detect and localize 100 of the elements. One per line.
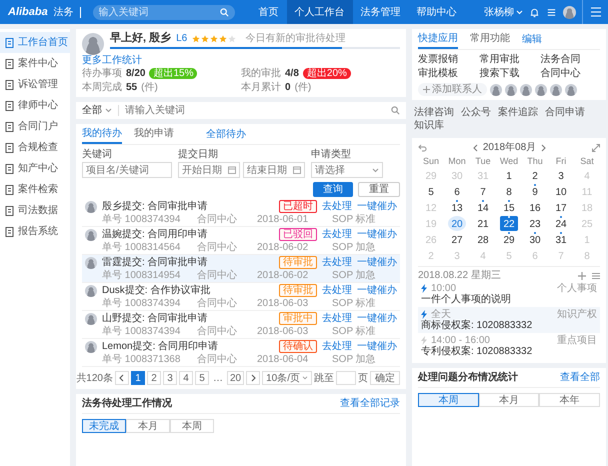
add-contact-button[interactable]: 添加联系人 — [418, 83, 487, 96]
shortcut-link[interactable]: 公众号 — [461, 107, 491, 118]
sidebar-item[interactable]: 案件中心 — [0, 53, 70, 74]
action-link[interactable]: 去处理 — [322, 257, 352, 268]
calendar-day[interactable]: 13 — [448, 200, 466, 215]
page-button[interactable]: 2 — [146, 371, 161, 385]
calendar-day[interactable]: 10 — [552, 184, 570, 199]
calendar-day[interactable]: 31 — [552, 232, 570, 247]
bell-icon[interactable] — [529, 6, 540, 18]
event-item[interactable]: 10:00 个人事项 一件个人事项的说明 — [418, 281, 600, 307]
page-button[interactable]: 4 — [178, 371, 193, 385]
calendar-day[interactable]: 5 — [422, 184, 440, 199]
tab[interactable]: 快捷应用 — [418, 33, 458, 49]
quick-link[interactable]: 法务合同 — [540, 54, 600, 65]
next-page-button[interactable] — [246, 371, 260, 385]
nav-tab[interactable]: 首页 — [250, 0, 287, 24]
contact-avatar[interactable] — [550, 84, 562, 96]
action-link[interactable]: 一键催办 — [357, 201, 397, 212]
nav-tab[interactable]: 帮助中心 — [408, 0, 465, 24]
shortcut-link[interactable]: 法律咨询 — [414, 107, 454, 118]
calendar-day[interactable]: 14 — [474, 200, 492, 215]
user-menu[interactable]: 张杨柳 — [484, 6, 523, 18]
contact-avatar[interactable] — [535, 84, 547, 96]
query-button[interactable]: 查询 — [313, 182, 353, 197]
back-arrow-icon[interactable] — [418, 144, 427, 152]
action-link[interactable]: 一键催办 — [357, 341, 397, 352]
calendar-day[interactable]: 22 — [500, 216, 518, 231]
segment-tab[interactable]: 未完成 — [82, 419, 126, 433]
edit-link[interactable]: 编辑 — [522, 34, 608, 49]
quick-link[interactable]: 常用审批 — [479, 54, 539, 65]
calendar-day[interactable]: 17 — [552, 200, 570, 215]
segment-tab[interactable]: 本年 — [539, 393, 600, 407]
sidebar-item[interactable]: 合同门户 — [0, 116, 70, 137]
search-icon[interactable] — [220, 8, 229, 16]
segment-tab[interactable]: 本周 — [170, 419, 214, 433]
shortcut-link[interactable]: 合同申请 — [545, 107, 585, 118]
calendar-day[interactable]: 23 — [526, 216, 544, 231]
type-select[interactable]: 请选择 — [311, 162, 383, 178]
action-link[interactable]: 一键催办 — [357, 257, 397, 268]
calendar-day[interactable]: 30 — [526, 232, 544, 247]
action-link[interactable]: 去处理 — [322, 229, 352, 240]
search-icon[interactable] — [391, 106, 400, 115]
contact-avatar[interactable] — [490, 84, 502, 96]
date-input[interactable]: 结束日期 — [247, 164, 291, 176]
event-item[interactable]: 14:00 - 16:00 重点项目 专利侵权案: 1020883332 — [418, 333, 600, 359]
calendar-day[interactable]: 1 — [500, 168, 518, 183]
calendar-day[interactable]: 2 — [526, 168, 544, 183]
sidebar-item[interactable]: 知产中心 — [0, 158, 70, 179]
nav-tab[interactable]: 法务管理 — [352, 0, 409, 24]
records-link[interactable]: 查看全部记录 — [340, 398, 400, 409]
calendar-day[interactable]: 7 — [474, 184, 492, 199]
todo-row[interactable]: 殷乡提交: 合同审批申请 已超时 去处理 一键催办 单号 1008374394 合同中心 2018-06-01 SOP 标准 — [82, 199, 400, 227]
nav-tab[interactable]: 个人工作台 — [286, 0, 353, 24]
calendar-day[interactable]: 8 — [500, 184, 518, 199]
contact-avatar[interactable] — [505, 84, 517, 96]
action-link[interactable]: 去处理 — [322, 341, 352, 352]
sidebar-item[interactable]: 案件检索 — [0, 179, 70, 200]
sidebar-item[interactable]: 律师中心 — [0, 95, 70, 116]
calendar-day[interactable]: 6 — [448, 184, 466, 199]
type-input[interactable]: 请选择 — [315, 164, 370, 176]
calendar-day[interactable]: 21 — [474, 216, 492, 231]
chevron-right-icon[interactable] — [541, 144, 546, 152]
calendar-day[interactable]: 24 — [552, 216, 570, 231]
todo-row[interactable]: Lemon提交: 合同用印申请 待确认 去处理 一键催办 单号 1008371368 合同中心 2018-06-04 SOP 加急 — [82, 339, 400, 367]
todo-row[interactable]: Dusk提交: 合作协议审批 待审批 去处理 一键催办 单号 1008374394 合同中心 2018-06-03 SOP 标准 — [82, 283, 400, 311]
calendar-day[interactable]: 15 — [500, 200, 518, 215]
todo-row[interactable]: 雷霆提交: 合同审批申请 待审批 去处理 一键催办 单号 1008314954 合同中心 2018-06-02 SOP 加急 — [82, 255, 400, 283]
calendar-day[interactable]: 9 — [526, 184, 544, 199]
user-avatar[interactable] — [563, 6, 576, 18]
action-link[interactable]: 去处理 — [322, 313, 352, 324]
segment-tab[interactable]: 本月 — [126, 419, 170, 433]
action-link[interactable]: 一键催办 — [357, 229, 397, 240]
action-link[interactable]: 一键催办 — [357, 313, 397, 324]
expand-icon[interactable] — [592, 144, 600, 152]
sidebar-item[interactable]: 工作台首页 — [0, 32, 70, 53]
calendar-day[interactable]: 16 — [526, 200, 544, 215]
action-link[interactable]: 去处理 — [322, 201, 352, 212]
stats-link[interactable]: 更多工作统计 — [82, 55, 142, 66]
sidebar-item[interactable]: 合规检查 — [0, 137, 70, 158]
page-button[interactable]: 1 — [130, 371, 145, 385]
page-button[interactable]: 20 — [226, 371, 244, 385]
page-input[interactable] — [336, 371, 356, 385]
end-date-field[interactable]: 结束日期 — [243, 162, 305, 178]
tab[interactable]: 常用功能 — [470, 33, 510, 49]
chevron-left-icon[interactable] — [472, 144, 478, 152]
segment-tab[interactable]: 本月 — [478, 393, 540, 407]
segment-tab[interactable]: 本周 — [418, 393, 479, 407]
quick-link[interactable]: 搜索下载 — [479, 68, 539, 79]
quick-link[interactable]: 审批模板 — [418, 68, 478, 79]
confirm-button[interactable]: 确定 — [370, 371, 400, 385]
keyword-field[interactable]: 项目名/关键词 — [82, 162, 172, 178]
list-icon[interactable] — [546, 6, 557, 18]
sidebar-item[interactable]: 诉讼管理 — [0, 74, 70, 95]
page-button[interactable]: 5 — [194, 371, 209, 385]
calendar-day[interactable]: 27 — [448, 232, 466, 247]
action-link[interactable]: 一键催办 — [357, 285, 397, 296]
list-icon[interactable] — [592, 272, 600, 280]
prev-page-button[interactable] — [114, 371, 129, 385]
date-input[interactable]: 开始日期 — [182, 164, 226, 176]
page-button[interactable]: 3 — [162, 371, 177, 385]
